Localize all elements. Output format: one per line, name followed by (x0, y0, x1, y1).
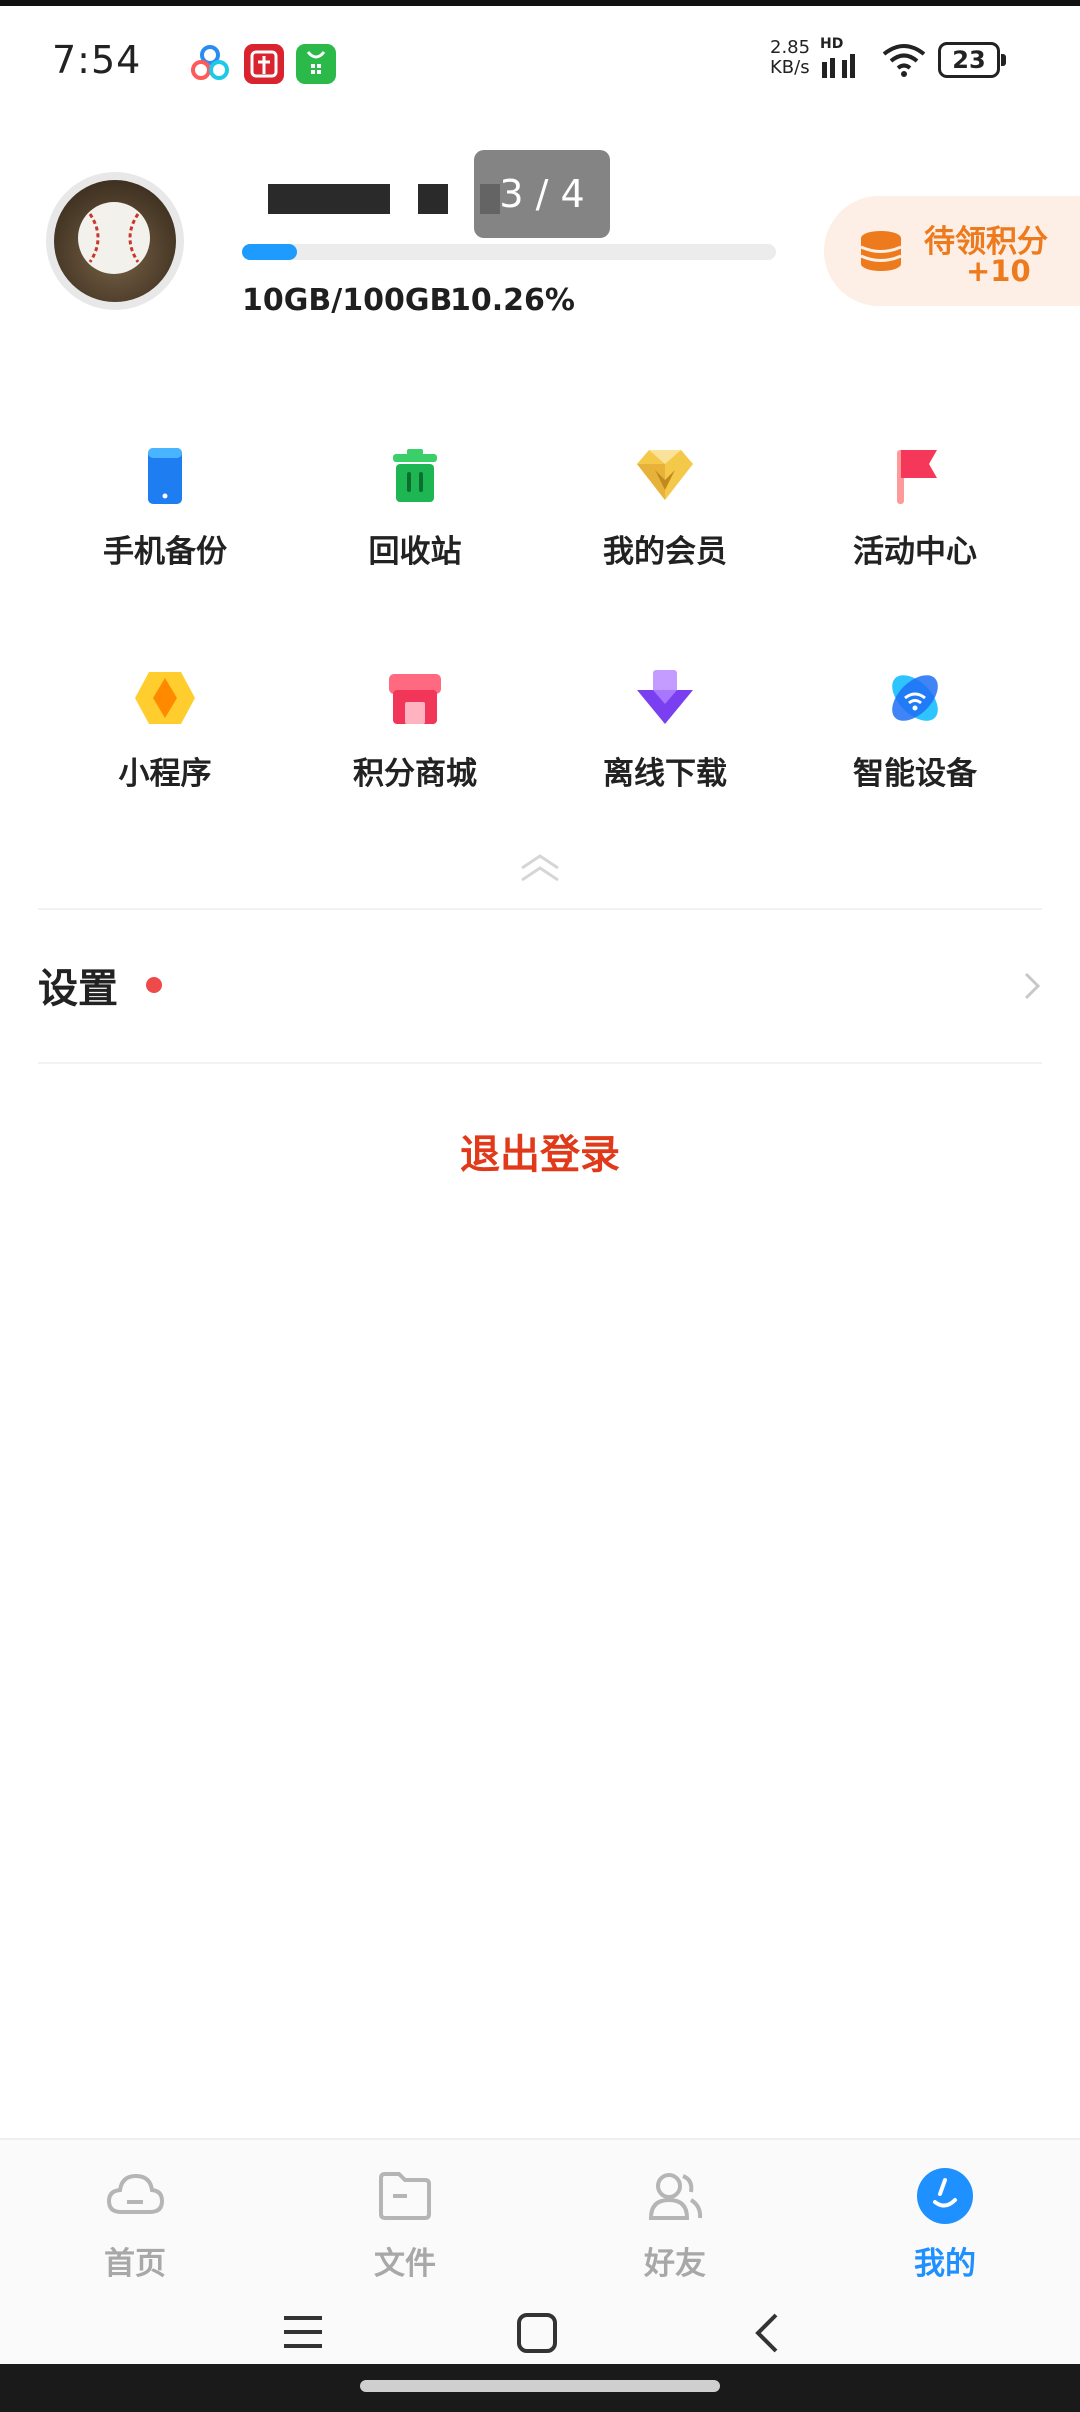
avatar[interactable] (46, 172, 184, 310)
divider (38, 1062, 1042, 1064)
tab-label: 文件 (374, 2246, 436, 2282)
gesture-handle[interactable] (360, 2380, 720, 2392)
system-navigation-bar (0, 2294, 1080, 2364)
home-icon[interactable] (516, 2312, 558, 2358)
collapse-grid-button[interactable] (518, 850, 562, 890)
storage-used: 10GB/100GB (242, 283, 453, 318)
points-value: +10 (966, 254, 1031, 288)
claim-points-button[interactable]: 待领积分 +10 (824, 196, 1080, 306)
tab-label: 首页 (104, 2246, 166, 2282)
logout-button[interactable]: 退出登录 (0, 1122, 1080, 1180)
storage-quota-fill (242, 244, 297, 260)
status-bar: 7:54 2.85 KB/s HD 23 (0, 6, 1080, 116)
grid-label: 活动中心 (853, 534, 977, 570)
image-page-indicator: 3 / 4 (474, 150, 610, 238)
divider (38, 908, 1042, 910)
tab-friends[interactable]: 好友 (540, 2140, 810, 2296)
notification-dot (146, 977, 162, 993)
network-speed-value: 2.85 (770, 37, 811, 58)
grid-label: 离线下载 (603, 756, 727, 792)
username-redacted (418, 184, 448, 214)
grid-label: 小程序 (118, 756, 212, 792)
baidu-app-notification-icon (190, 44, 230, 84)
grid-item-offline-download[interactable]: 离线下载 (540, 668, 790, 818)
battery-level: 23 (938, 42, 1006, 78)
bank-app-notification-icon (244, 44, 284, 84)
membership-diamond-icon (635, 446, 695, 506)
grid-label: 积分商城 (353, 756, 477, 792)
grid-item-points-mall[interactable]: 积分商城 (290, 668, 540, 818)
network-speed: 2.85 KB/s (770, 38, 810, 78)
grid-label: 手机备份 (103, 534, 227, 570)
smart-device-icon (885, 668, 945, 728)
storage-percent: 10.26% (450, 283, 575, 318)
username-redacted (268, 184, 390, 214)
mini-program-icon (135, 668, 195, 728)
grid-item-activity-center[interactable]: 活动中心 (790, 446, 1040, 596)
status-time: 7:54 (52, 38, 142, 82)
profile-icon (915, 2166, 975, 2226)
bottom-tab-bar: 首页 文件 好友 我的 (0, 2138, 1080, 2296)
tab-label: 好友 (644, 2246, 706, 2282)
points-mall-icon (385, 668, 445, 728)
grid-label: 回收站 (368, 534, 462, 570)
tab-files[interactable]: 文件 (270, 2140, 540, 2296)
offline-download-icon (635, 668, 695, 728)
wifi-icon (880, 42, 928, 82)
tab-label: 我的 (914, 2246, 976, 2282)
grid-item-recycle-bin[interactable]: 回收站 (290, 446, 540, 596)
gesture-bar (0, 2364, 1080, 2412)
activity-flag-icon (885, 446, 945, 506)
cell-signal-icon (820, 50, 870, 84)
tab-home[interactable]: 首页 (0, 2140, 270, 2296)
grid-item-smart-device[interactable]: 智能设备 (790, 668, 1040, 818)
phone-backup-icon (135, 446, 195, 506)
recycle-bin-icon (385, 446, 445, 506)
network-speed-unit: KB/s (770, 57, 810, 78)
settings-row[interactable]: 设置 (0, 912, 1080, 1062)
folder-icon (375, 2166, 435, 2226)
back-icon[interactable] (752, 2312, 782, 2358)
tab-me[interactable]: 我的 (810, 2140, 1080, 2296)
settings-label: 设置 (38, 966, 118, 1012)
grid-label: 智能设备 (853, 756, 977, 792)
coins-icon (856, 226, 906, 280)
menu-icon[interactable] (282, 2312, 324, 2356)
friends-icon (645, 2166, 705, 2226)
chevron-right-icon (1020, 968, 1044, 1008)
shopping-app-notification-icon (296, 44, 336, 84)
grid-item-mini-program[interactable]: 小程序 (40, 668, 290, 818)
grid-item-membership[interactable]: 我的会员 (540, 446, 790, 596)
avatar-image (54, 180, 176, 302)
storage-quota-bar (242, 244, 776, 260)
grid-label: 我的会员 (603, 534, 727, 570)
grid-item-phone-backup[interactable]: 手机备份 (40, 446, 290, 596)
cloud-icon (105, 2166, 165, 2226)
